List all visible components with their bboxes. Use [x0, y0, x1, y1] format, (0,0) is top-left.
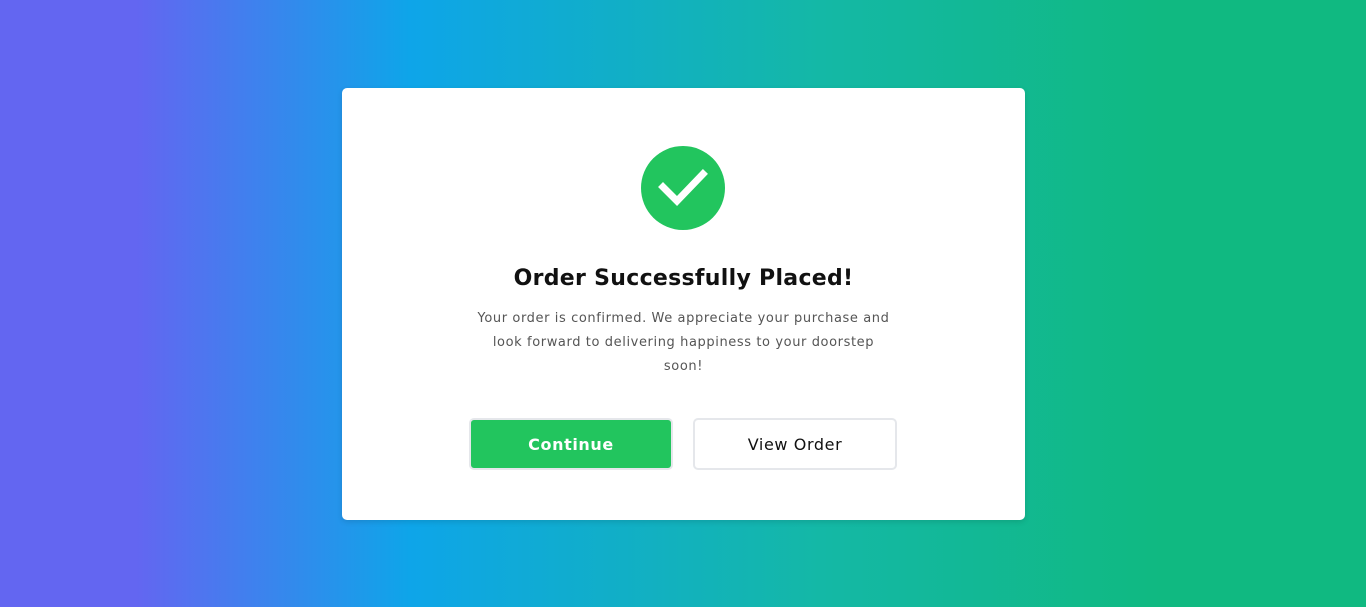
continue-button[interactable]: Continue	[469, 418, 673, 470]
order-success-card: Order Successfully Placed! Your order is…	[342, 88, 1025, 520]
view-order-button[interactable]: View Order	[693, 418, 897, 470]
check-circle-icon	[641, 146, 725, 230]
success-title: Order Successfully Placed!	[513, 266, 854, 291]
checkmark-icon	[658, 169, 708, 206]
success-message: Your order is confirmed. We appreciate y…	[477, 311, 890, 374]
